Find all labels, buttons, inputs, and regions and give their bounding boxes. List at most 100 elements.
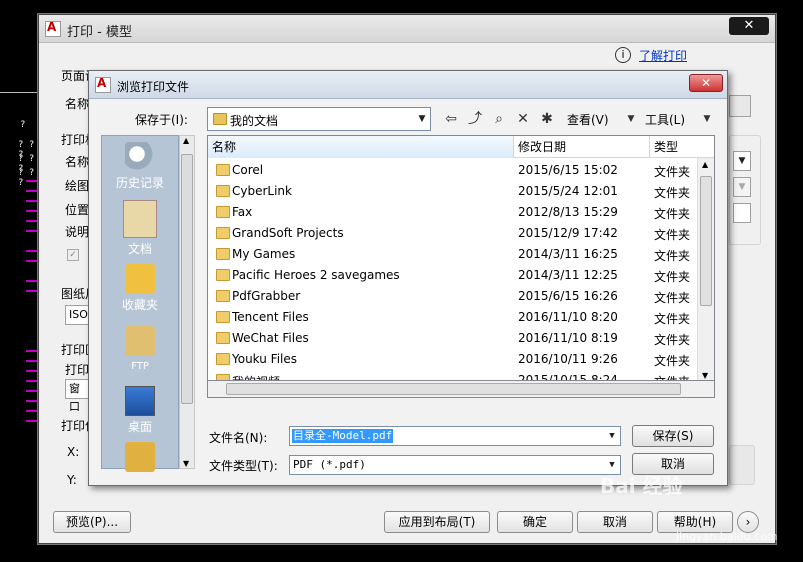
filename-input[interactable]: 目录全-Model.pdf ▼ <box>289 426 621 446</box>
place-favorites[interactable]: 收藏夹 <box>102 264 178 313</box>
scroll-thumb[interactable] <box>181 154 193 404</box>
up-folder-icon[interactable]: ⤴ <box>465 109 485 129</box>
place-documents[interactable]: 文档 <box>102 200 178 257</box>
new-folder-icon[interactable]: ✱ <box>537 109 557 129</box>
tools-dropdown-icon[interactable]: ▼ <box>697 109 717 129</box>
filename-label: 文件名(N): <box>209 431 268 445</box>
browse-plot-file-dialog: 浏览打印文件 ✕ 保存于(I): 我的文档 ▼ ⇦ ⤴ ⌕ ✕ ✱ 查看(V) … <box>88 70 728 486</box>
column-header-name[interactable]: 名称 <box>208 136 514 158</box>
file-row[interactable]: Fax 2012/8/13 15:29 文件夹 <box>208 202 698 223</box>
save-button[interactable]: 保存(S) <box>632 425 714 447</box>
close-icon[interactable]: ✕ <box>729 17 769 35</box>
file-row[interactable]: Pacific Heroes 2 savegames 2014/3/11 12:2… <box>208 265 698 286</box>
description-label: 说明 <box>65 225 90 239</box>
orientation-icon <box>729 445 755 485</box>
tools-menu[interactable]: 工具(L) <box>645 111 685 128</box>
place-more[interactable] <box>102 442 178 474</box>
file-name: Fax <box>232 205 253 219</box>
help-link[interactable]: 了解打印 <box>639 47 687 64</box>
file-name: Corel <box>232 163 264 177</box>
places-scrollbar[interactable]: ▲ ▼ <box>179 135 195 469</box>
close-icon[interactable]: ✕ <box>689 74 723 92</box>
info-icon: i <box>615 47 631 63</box>
file-date: 2015/5/24 12:01 <box>518 184 618 198</box>
print-dialog-titlebar: 打印 - 模型 ✕ <box>39 15 775 43</box>
shade-combo[interactable]: ▼ <box>733 177 751 197</box>
printer-name-label: 名称 <box>65 155 90 169</box>
file-row[interactable]: Youku Files 2016/10/11 9:26 文件夹 <box>208 349 698 370</box>
file-type: 文件夹 <box>654 228 691 242</box>
folder-icon <box>216 248 230 260</box>
scroll-thumb[interactable] <box>226 383 681 395</box>
search-web-icon[interactable]: ⌕ <box>489 109 509 129</box>
file-type: 文件夹 <box>654 186 691 200</box>
file-type: 文件夹 <box>654 373 690 380</box>
folder-icon <box>216 311 230 323</box>
history-icon <box>125 142 155 172</box>
file-date: 2014/3/11 12:25 <box>518 268 618 282</box>
offset-y-label: Y: <box>67 473 77 487</box>
print-to-file-checkbox[interactable]: ✓ <box>67 249 79 261</box>
file-date: 2015/6/15 16:26 <box>518 289 618 303</box>
filename-value: 目录全-Model.pdf <box>292 429 394 443</box>
file-row[interactable]: Tencent Files 2016/11/10 8:20 文件夹 <box>208 307 698 328</box>
autocad-app-icon <box>95 76 111 93</box>
print-range-label: 打印 <box>65 363 90 377</box>
file-list-header: 名称 修改日期 类型 <box>208 136 714 158</box>
file-row[interactable]: GrandSoft Projects 2015/12/9 17:42 文件夹 <box>208 223 698 244</box>
file-row[interactable]: PdfGrabber 2015/6/15 16:26 文件夹 <box>208 286 698 307</box>
file-row[interactable]: 我的视频 2015/10/15 8:24 文件夹 <box>208 370 698 380</box>
chevron-down-icon[interactable]: ▼ <box>604 427 620 445</box>
place-history[interactable]: 历史记录 <box>102 142 178 191</box>
ok-button[interactable]: 确定 <box>497 511 573 533</box>
folder-icon <box>216 206 230 218</box>
view-menu[interactable]: 查看(V) <box>567 111 609 128</box>
column-header-type[interactable]: 类型 <box>650 136 714 158</box>
place-label: 桌面 <box>127 420 152 434</box>
file-row[interactable]: My Games 2014/3/11 16:25 文件夹 <box>208 244 698 265</box>
scroll-thumb[interactable] <box>700 176 712 306</box>
plot-style-combo[interactable]: ▼ <box>733 151 751 171</box>
location-label: 位置 <box>65 203 90 217</box>
save-in-combo[interactable]: 我的文档 ▼ <box>207 107 431 131</box>
print-cancel-button[interactable]: 取消 <box>577 511 653 533</box>
file-name: Youku Files <box>232 352 298 366</box>
folder-icon <box>125 442 155 472</box>
watermark-logo: Bai 经验 <box>600 474 683 498</box>
place-ftp[interactable]: FTP <box>102 326 178 372</box>
places-bar: 历史记录 文档 收藏夹 FTP 桌面 <box>101 135 179 472</box>
view-dropdown-icon[interactable]: ▼ <box>621 109 641 129</box>
file-type: 文件夹 <box>654 207 691 221</box>
file-type: 文件夹 <box>654 312 691 326</box>
file-list-hscrollbar[interactable] <box>207 381 715 398</box>
plotter-label: 绘图 <box>65 179 90 193</box>
cad-drawing-fragment: ? ? ? ? ? ? ? ? ? ? <box>0 120 40 440</box>
file-name: WeChat Files <box>232 331 309 345</box>
offset-x-label: X: <box>67 445 80 459</box>
save-in-value: 我的文档 <box>230 114 279 128</box>
file-date: 2016/10/11 9:26 <box>518 352 618 366</box>
print-dialog-title: 打印 - 模型 <box>67 25 132 40</box>
file-name: PdfGrabber <box>232 289 301 303</box>
properties-button[interactable] <box>729 95 751 117</box>
column-header-date[interactable]: 修改日期 <box>514 136 650 158</box>
autocad-app-icon <box>45 20 61 37</box>
file-row[interactable]: WeChat Files 2016/11/10 8:19 文件夹 <box>208 328 698 349</box>
file-type: 文件夹 <box>654 354 691 368</box>
file-row[interactable]: Corel 2015/6/15 15:02 文件夹 <box>208 160 698 181</box>
file-date: 2016/11/10 8:19 <box>518 331 618 345</box>
folder-icon <box>216 332 230 344</box>
filetype-combo[interactable]: PDF (*.pdf) ▼ <box>289 455 621 475</box>
file-row[interactable]: CyberLink 2015/5/24 12:01 文件夹 <box>208 181 698 202</box>
delete-icon[interactable]: ✕ <box>513 109 533 129</box>
preview-button[interactable]: 预览(P)... <box>53 511 131 533</box>
apply-to-layout-button[interactable]: 应用到布局(T) <box>384 511 490 533</box>
back-icon[interactable]: ⇦ <box>441 109 461 129</box>
file-name: CyberLink <box>232 184 292 198</box>
file-date: 2014/3/11 16:25 <box>518 247 618 261</box>
place-desktop[interactable]: 桌面 <box>102 386 178 435</box>
chevron-down-icon: ▼ <box>418 114 426 124</box>
quality-field[interactable] <box>733 203 751 223</box>
file-list-vscrollbar[interactable]: ▲ ▼ <box>697 158 714 380</box>
file-name: GrandSoft Projects <box>232 226 344 240</box>
